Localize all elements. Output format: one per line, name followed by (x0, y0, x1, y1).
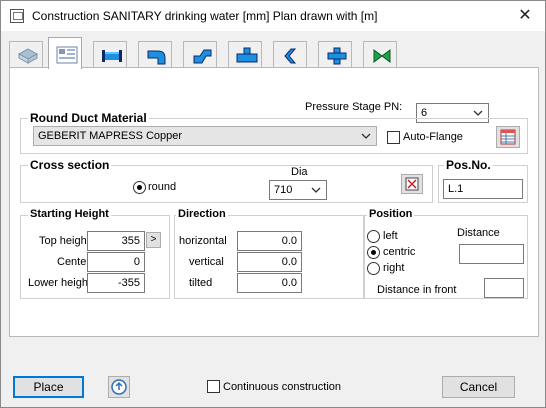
dia-select[interactable]: 710 (269, 180, 327, 200)
right-label: right (383, 262, 405, 274)
tab-insulation[interactable] (9, 41, 43, 68)
chevron-down-icon (361, 133, 371, 139)
tab-bend[interactable] (138, 41, 172, 68)
auto-flange-label: Auto-Flange (403, 131, 463, 143)
lower-height-label: Lower height (28, 277, 91, 289)
round-label: round (148, 181, 177, 193)
right-radio[interactable] (367, 262, 380, 275)
bend-icon (147, 50, 166, 65)
dia-value: 710 (274, 184, 293, 196)
cross-section-pick-button[interactable] (401, 174, 423, 194)
tab-properties[interactable] (48, 37, 82, 69)
cross-fitting-icon (327, 47, 347, 65)
left-radio[interactable] (367, 230, 380, 243)
top-height-input[interactable]: 355 (87, 231, 145, 251)
tab-offset[interactable] (183, 41, 217, 68)
material-group-title: Round Duct Material (28, 111, 149, 125)
center-label: Center (57, 256, 91, 268)
horizontal-label: horizontal (179, 235, 227, 247)
tab-valve[interactable] (363, 41, 397, 68)
vertical-label: vertical (189, 256, 224, 268)
material-select[interactable]: GEBERIT MAPRESS Copper (33, 126, 377, 146)
tilted-input[interactable]: 0.0 (237, 273, 302, 293)
position-title: Position (367, 208, 415, 220)
place-button[interactable]: Place (13, 376, 84, 398)
cancel-button[interactable]: Cancel (442, 376, 515, 398)
straight-pipe-icon (102, 50, 122, 62)
chevron-down-icon (311, 187, 321, 193)
pos-no-title: Pos.No. (444, 158, 493, 172)
tab-straight-pipe[interactable] (93, 41, 127, 68)
dialog-window: Construction SANITARY drinking water [mm… (0, 0, 546, 408)
top-height-label: Top height (39, 235, 90, 247)
app-icon (10, 9, 24, 23)
tab-cross-fitting[interactable] (318, 41, 352, 68)
tab-reducer[interactable] (273, 41, 307, 68)
centric-radio[interactable] (367, 246, 380, 259)
horizontal-input[interactable]: 0.0 (237, 231, 302, 251)
pos-no-input[interactable]: L.1 (443, 179, 523, 199)
window-title: Construction SANITARY drinking water [mm… (32, 9, 378, 23)
direction-title: Direction (176, 208, 228, 220)
auto-flange-checkbox[interactable] (387, 131, 400, 144)
tab-tee-branch[interactable] (228, 41, 262, 68)
valve-icon (373, 49, 391, 63)
dia-label: Dia (291, 166, 308, 178)
distance-in-front-input[interactable] (484, 278, 524, 298)
material-table-button[interactable] (496, 126, 520, 148)
lower-height-input[interactable]: -355 (87, 273, 145, 293)
continuous-construction-checkbox[interactable] (207, 380, 220, 393)
offset-icon (193, 49, 212, 64)
tilted-label: tilted (189, 277, 213, 289)
distance-in-front-label: Distance in front (377, 284, 457, 296)
continuous-construction-label: Continuous construction (223, 381, 342, 393)
reducer-icon (284, 48, 297, 64)
help-button[interactable] (108, 376, 130, 398)
distance-label: Distance (457, 227, 500, 239)
material-value: GEBERIT MAPRESS Copper (38, 130, 183, 142)
cross-section-title: Cross section (28, 158, 112, 172)
top-height-arrow-button[interactable]: > (146, 232, 161, 248)
pick-section-icon (405, 177, 419, 191)
centric-label: centric (383, 246, 416, 258)
info-circle-icon (111, 379, 127, 395)
insulation-icon (17, 48, 39, 64)
round-radio[interactable] (133, 181, 146, 194)
properties-panel: Pressure Stage PN: 6 Round Duct Material… (9, 67, 539, 337)
pressure-stage-label: Pressure Stage PN: (305, 101, 403, 113)
close-button[interactable]: ✕ (513, 5, 537, 27)
title-bar: Construction SANITARY drinking water [mm… (1, 1, 545, 31)
properties-icon (56, 46, 78, 64)
left-label: left (383, 230, 398, 242)
table-icon (500, 129, 516, 145)
center-input[interactable]: 0 (87, 252, 145, 272)
distance-input[interactable] (459, 244, 524, 264)
starting-height-title: Starting Height (28, 208, 111, 220)
tee-branch-icon (236, 47, 258, 63)
vertical-input[interactable]: 0.0 (237, 252, 302, 272)
